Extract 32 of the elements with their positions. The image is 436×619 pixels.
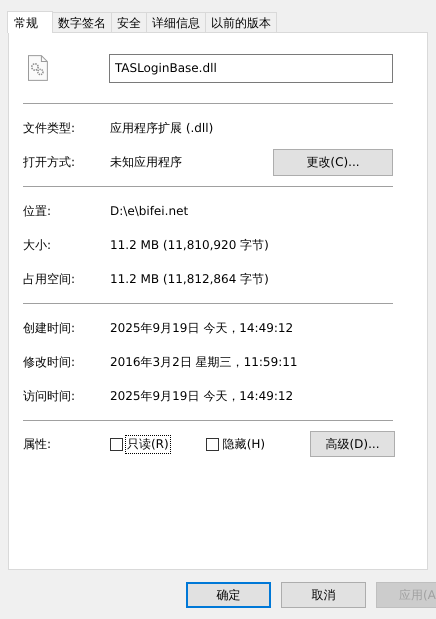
field-label: 创建时间: <box>23 320 76 336</box>
field-value: 11.2 MB (11,812,864 字节) <box>110 270 270 288</box>
checkbox-label[interactable]: 只读(R) <box>125 434 171 454</box>
tab[interactable]: 安全 <box>111 12 147 32</box>
field-value: 2016年3月2日 星期三，11:59:11 <box>110 354 299 370</box>
checkbox-label[interactable]: 隐藏(H) <box>220 434 268 454</box>
dialog-button[interactable]: 确定 <box>186 582 271 608</box>
field-value: 2025年9月19日 今天，14:49:12 <box>110 320 294 336</box>
tab[interactable]: 以前的版本 <box>205 12 277 32</box>
file-name-field[interactable]: TASLoginBase.dll <box>108 54 393 82</box>
field-label: 访问时间: <box>23 388 76 404</box>
checkbox[interactable] <box>206 438 219 450</box>
field-label: 大小: <box>23 236 52 254</box>
field-label: 修改时间: <box>23 354 76 370</box>
field-value: 未知应用程序 <box>110 154 183 170</box>
advanced-button[interactable]: 高级(D)... <box>310 431 395 457</box>
dialog-button[interactable]: 取消 <box>281 582 366 608</box>
tab[interactable]: 常规 <box>7 11 53 33</box>
tab[interactable]: 详细信息 <box>146 12 206 32</box>
field-label: 打开方式: <box>23 154 76 170</box>
tab[interactable]: 数字签名 <box>52 12 112 32</box>
field-label: 位置: <box>23 202 52 220</box>
field-label: 属性: <box>23 436 52 452</box>
field-value: 应用程序扩展 (.dll) <box>110 120 214 136</box>
field-value: 11.2 MB (11,810,920 字节) <box>110 236 270 254</box>
field-value: 2025年9月19日 今天，14:49:12 <box>110 388 294 404</box>
checkbox[interactable] <box>110 438 123 450</box>
field-value: D:\e\bifei.net <box>110 204 190 218</box>
file-gears-icon <box>28 55 48 81</box>
change-button[interactable]: 更改(C)... <box>273 148 393 176</box>
field-label: 文件类型: <box>23 120 76 136</box>
field-label: 占用空间: <box>23 270 76 288</box>
